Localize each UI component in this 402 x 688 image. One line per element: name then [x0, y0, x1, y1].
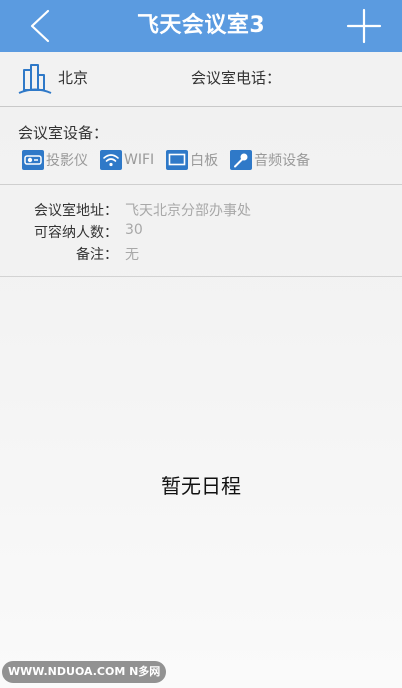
- address-label: 会议室地址：: [34, 203, 118, 219]
- site-watermark: WWW.NDUOA.COM N多网: [2, 661, 167, 683]
- add-button[interactable]: [346, 8, 382, 44]
- city-buildings-icon: [18, 64, 52, 94]
- equipment-item-whiteboard: 白板: [166, 150, 218, 170]
- remarks-value: 无: [125, 247, 139, 263]
- detail-row-capacity: 可容纳人数： 30: [0, 222, 402, 244]
- empty-schedule-message: 暂无日程: [161, 474, 241, 498]
- capacity-value: 30: [125, 222, 143, 238]
- back-button[interactable]: [22, 8, 58, 44]
- room-phone-label: 会议室电话：: [191, 69, 282, 87]
- equipment-item-audio: 音频设备: [230, 150, 310, 170]
- detail-row-remarks: 备注： 无: [0, 244, 402, 266]
- capacity-label: 可容纳人数：: [34, 225, 118, 241]
- equipment-item-wifi: WIFI: [100, 150, 154, 170]
- equipment-label-audio: 音频设备: [254, 153, 311, 169]
- equipment-label-whiteboard: 白板: [190, 153, 219, 169]
- remarks-label: 备注：: [76, 247, 118, 263]
- chevron-left-icon: [30, 9, 50, 43]
- city-label: 北京: [58, 69, 89, 87]
- meeting-room-detail-screen: 飞天会议室3 北京 会议室电话： 会议室设备： 投影仪 WIFI 白板 音频设备…: [0, 0, 402, 688]
- equipment-label-projector: 投影仪: [46, 153, 88, 169]
- detail-row-address: 会议室地址： 飞天北京分部办事处: [0, 200, 402, 222]
- equipment-item-projector: 投影仪: [22, 150, 88, 170]
- equipment-title: 会议室设备：: [18, 124, 109, 142]
- equipment-list: 投影仪 WIFI 白板 音频设备: [22, 148, 322, 172]
- plus-icon: [346, 8, 382, 44]
- page-title: 飞天会议室3: [136, 13, 266, 38]
- equipment-label-wifi: WIFI: [124, 152, 155, 168]
- address-value: 飞天北京分部办事处: [125, 203, 251, 219]
- header-bar: 飞天会议室3: [0, 0, 402, 52]
- whiteboard-icon: [166, 150, 189, 170]
- projector-icon: [22, 150, 44, 170]
- location-row: 北京 会议室电话：: [0, 52, 402, 107]
- equipment-section: 会议室设备： 投影仪 WIFI 白板 音频设备: [0, 108, 402, 185]
- room-details: 会议室地址： 飞天北京分部办事处 可容纳人数： 30 备注： 无: [0, 186, 402, 277]
- microphone-icon: [230, 150, 253, 170]
- wifi-icon: [100, 150, 122, 170]
